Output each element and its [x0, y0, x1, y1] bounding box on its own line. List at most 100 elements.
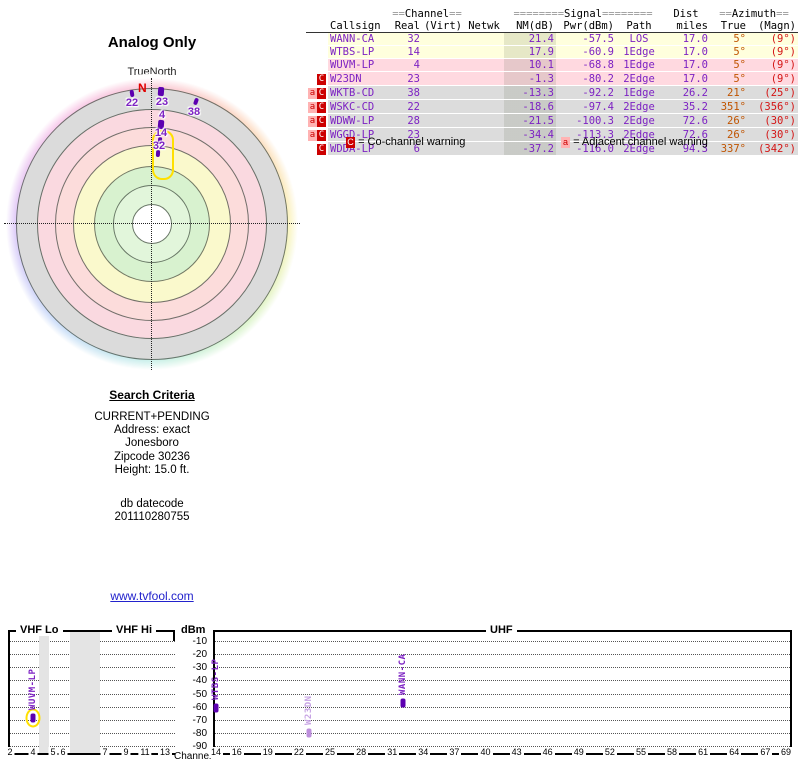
channel-tick-label: 16 — [229, 747, 244, 758]
column-header: NM(dB) — [504, 20, 556, 33]
warning-markers-cell: C — [306, 71, 328, 86]
channel-tick-label: 64 — [727, 747, 742, 758]
cell-true: 5° — [710, 32, 748, 46]
channel-marker-label: 32 — [152, 140, 166, 152]
cell-path: 2Edge — [616, 99, 662, 114]
channel-marker-label: 38 — [187, 106, 201, 118]
dbm-tick-label: -10 — [192, 636, 207, 647]
cell-true: 5° — [710, 58, 748, 72]
station-marker-label: WANN-CA — [397, 653, 408, 696]
cell-magn: (9°) — [748, 58, 798, 72]
channel-tick-label: 25 — [322, 747, 338, 758]
channel-marker-label: 4 — [158, 109, 166, 121]
co-channel-legend-text: = Co-channel warning — [358, 136, 466, 148]
cell-magn: (9°) — [748, 71, 798, 86]
cell-miles: 26.2 — [662, 85, 710, 100]
tvfool-report: { "polar": { "title": "Analog Only", "no… — [0, 0, 800, 768]
co-channel-warning-icon: C — [317, 88, 326, 99]
search-criteria-title: Search Criteria — [109, 388, 195, 402]
channel-tick-label: 55 — [633, 747, 648, 758]
channel-tick-label: 19 — [260, 747, 275, 758]
cell-callsign: WANN-CA — [328, 32, 390, 46]
cell-nm: -18.6 — [504, 99, 556, 114]
cell-path: 2Edge — [616, 113, 662, 128]
cell-pwr: -57.5 — [556, 32, 616, 46]
cell-callsign: W23DN — [328, 71, 390, 86]
cell-callsign: WKTB-CD — [328, 85, 390, 100]
station-marker — [213, 703, 219, 713]
cell-netwk — [464, 99, 504, 114]
dbm-tick-label: -90 — [192, 741, 207, 752]
cell-true: 26° — [710, 113, 748, 128]
channel-tick-label: 67 — [758, 747, 773, 758]
cell-true: 337° — [710, 141, 748, 156]
criteria-line: Height: 15.0 ft. — [114, 463, 190, 476]
uhf-label: UHF — [486, 624, 517, 636]
cell-callsign: WDWW-LP — [328, 113, 390, 128]
cell-path: LOS — [616, 32, 662, 46]
channel-tick-label: 14 — [208, 747, 224, 758]
dbm-gridline — [215, 641, 790, 642]
column-header: Callsign — [328, 20, 390, 33]
warning-markers-cell: aC — [306, 113, 328, 128]
cell-pwr: -100.3 — [556, 113, 616, 128]
cell-path: 1Edge — [616, 45, 662, 59]
db-datecode-line: 201110280755 — [114, 511, 190, 524]
adjacent-channel-warning-icon: a — [308, 130, 317, 141]
co-channel-warning-icon: C — [346, 137, 355, 148]
channel-marker-tick — [157, 86, 165, 96]
cell-virt — [422, 58, 464, 72]
column-header: miles — [662, 20, 710, 33]
cell-netwk — [464, 71, 504, 86]
channel-marker-label: 22 — [125, 97, 139, 109]
polar-radar-chart: Analog Only TrueNorth N 22 23 38 4 14 32 — [2, 30, 302, 375]
search-criteria-lines: CURRENT+PENDING Address: exact Jonesboro Zi… — [32, 411, 272, 477]
cell-virt — [422, 45, 464, 59]
cell-virt — [422, 113, 464, 128]
cell-pwr: -60.9 — [556, 45, 616, 59]
adjacent-channel-legend-text: = Adjacent channel warning — [573, 136, 708, 148]
station-marker — [30, 713, 36, 723]
warning-markers-cell — [306, 45, 328, 59]
adjacent-channel-warning-icon: a — [561, 137, 570, 148]
dist-group-header: Dist — [662, 8, 710, 20]
cell-callsign: WSKC-CD — [328, 99, 390, 114]
adjacent-channel-warning-icon: a — [308, 116, 317, 127]
cell-magn: (342°) — [748, 141, 798, 156]
channel-marker-label: 14 — [154, 127, 168, 139]
tvfool-link[interactable]: www.tvfool.com — [110, 589, 193, 603]
channel-tick-label: 7 — [100, 747, 110, 758]
north-letter: N — [138, 81, 147, 95]
table-column-header-row: Callsign Real (Virt) Netwk NM(dB) Pwr(dBm) Pat… — [306, 20, 798, 33]
column-header: True — [710, 20, 748, 33]
station-marker — [306, 728, 312, 738]
channel-tick-label: 2 — [5, 747, 15, 758]
vhf-lo-label: VHF Lo — [16, 624, 63, 636]
azimuth-group-header: ==Azimuth== — [710, 8, 798, 20]
channel-tick-label: 46 — [540, 747, 555, 758]
cell-real: 22 — [390, 99, 422, 114]
cell-magn: (30°) — [748, 113, 798, 128]
cell-nm: 10.1 — [504, 58, 556, 72]
criteria-line: Jonesboro — [125, 437, 179, 450]
cell-pwr: -80.2 — [556, 71, 616, 86]
channel-tick-label: 28 — [354, 747, 369, 758]
cell-pwr: -97.4 — [556, 99, 616, 114]
station-marker — [400, 698, 406, 708]
shaded-frequency-band — [70, 632, 100, 753]
cell-miles: 17.0 — [662, 71, 710, 86]
warning-markers-cell: aC — [306, 85, 328, 100]
cell-miles: 17.0 — [662, 32, 710, 46]
cell-real: 23 — [390, 71, 422, 86]
crosshair-horizontal-line — [4, 223, 300, 224]
cell-path: 2Edge — [616, 71, 662, 86]
column-header: Netwk — [464, 20, 504, 33]
website-link-container: www.tvfool.com — [32, 589, 272, 603]
polar-ring-arc — [16, 88, 288, 360]
db-datecode-line: db datecode — [120, 498, 184, 511]
cell-true: 26° — [710, 127, 748, 142]
warning-markers-cell — [306, 32, 328, 46]
co-channel-warning-icon: C — [317, 144, 326, 155]
cell-netwk — [464, 85, 504, 100]
cell-nm: 17.9 — [504, 45, 556, 59]
